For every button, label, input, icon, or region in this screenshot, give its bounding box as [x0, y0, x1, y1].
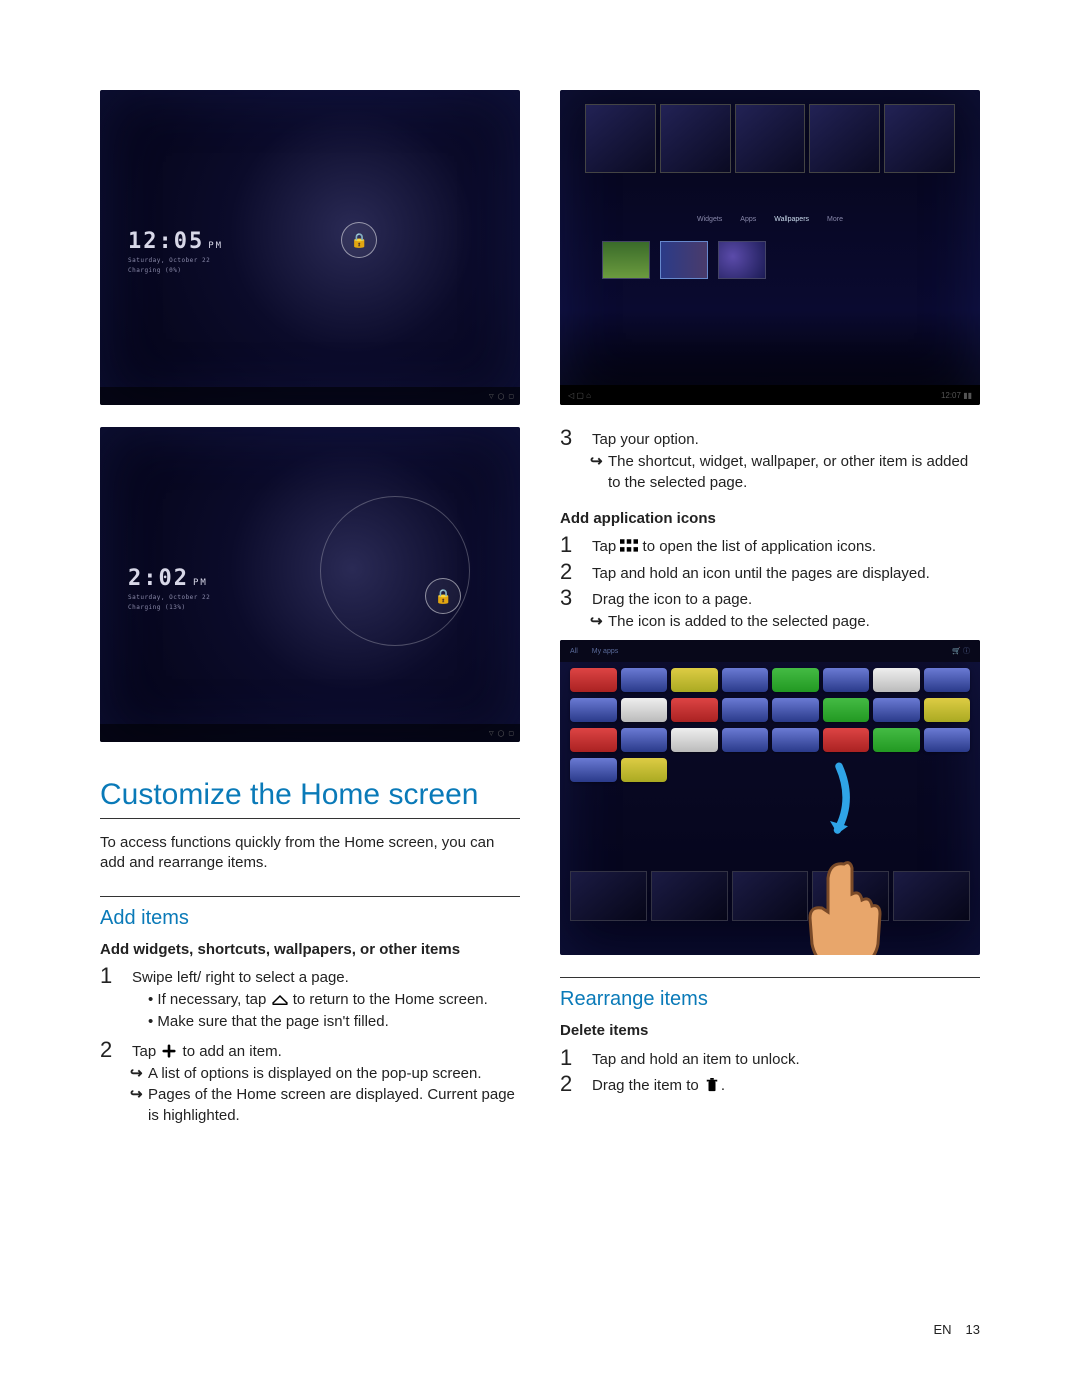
screenshot-lockscreen-1: 12:05PM Saturday, October 22 Charging (0… — [100, 90, 520, 405]
subheading-add-items: Add items — [100, 896, 520, 930]
screenshot-app-drawer: All My apps 🛒 ⓘ — [560, 640, 980, 955]
section-heading-customize: Customize the Home screen — [100, 778, 520, 819]
bold-heading-add-app-icons: Add application icons — [560, 509, 980, 529]
trash-icon — [703, 1078, 721, 1092]
app-step-3: 3 Drag the icon to a page. The icon is a… — [560, 587, 980, 639]
screenshot-lockscreen-2: 2:02PM Saturday, October 22 Charging (13… — [100, 427, 520, 742]
apps-grid-icon — [620, 539, 638, 553]
step-2: 2 Tap to add an item. A list of options … — [100, 1039, 520, 1132]
plus-icon — [160, 1044, 178, 1058]
bold-heading-delete: Delete items — [560, 1021, 980, 1041]
delete-step-1: 1 Tap and hold an item to unlock. — [560, 1047, 980, 1070]
app-step-2: 2 Tap and hold an icon until the pages a… — [560, 561, 980, 584]
screenshot-wallpaper-chooser: Widgets Apps Wallpapers More ◁ ▢ ⌂12:07 … — [560, 90, 980, 405]
drag-arrow-icon — [824, 760, 854, 840]
lock-icon: 🔒 — [341, 222, 377, 258]
intro-text: To access functions quickly from the Hom… — [100, 833, 520, 874]
subheading-rearrange: Rearrange items — [560, 977, 980, 1011]
home-icon — [271, 992, 289, 1006]
delete-step-2: 2 Drag the item to . — [560, 1073, 980, 1096]
page-footer: EN13 — [933, 1322, 980, 1337]
step-1: 1 Swipe left/ right to select a page. If… — [100, 965, 520, 1036]
app-step-1: 1 Tap to open the list of application ic… — [560, 534, 980, 557]
hand-pointer-icon — [794, 854, 904, 955]
bold-heading-add-widgets: Add widgets, shortcuts, wallpapers, or o… — [100, 940, 520, 960]
clock-time: 12:05 — [128, 229, 204, 254]
step-3: 3 Tap your option. The shortcut, widget,… — [560, 427, 980, 499]
